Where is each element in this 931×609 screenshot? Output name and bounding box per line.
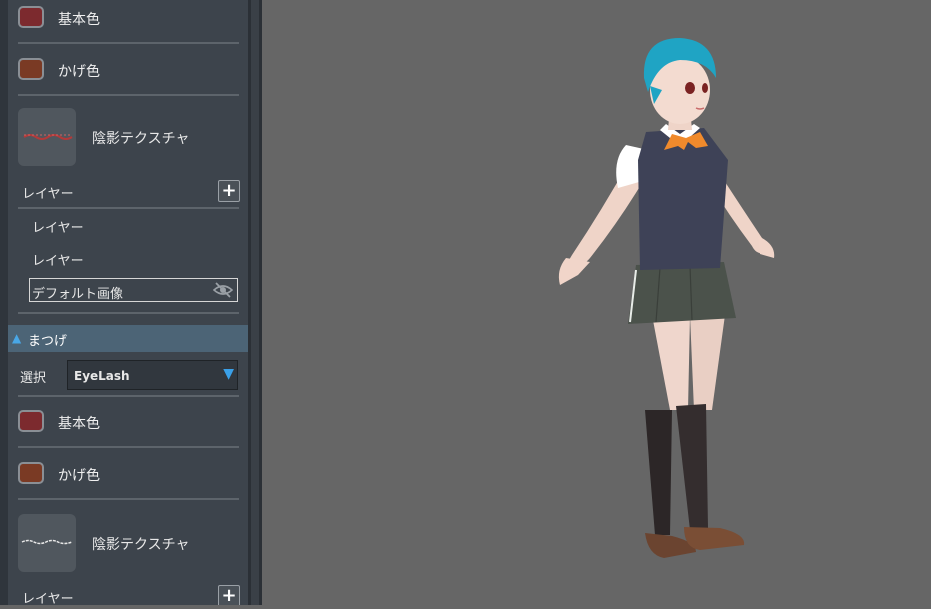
select-value: EyeLash xyxy=(74,369,130,383)
layer-header-label: レイヤー xyxy=(22,187,74,202)
shade-color-row[interactable]: かげ色 xyxy=(18,58,240,86)
material-select-row: 選択 EyeLash ▼ xyxy=(20,360,240,390)
eyelash-section-title: まつげ xyxy=(28,334,68,349)
divider xyxy=(18,395,239,397)
eyelash-base-color-row[interactable]: 基本色 xyxy=(18,410,240,438)
shade-texture-thumbnail[interactable] xyxy=(18,514,76,572)
base-color-swatch[interactable] xyxy=(18,410,44,432)
add-layer-button[interactable]: + xyxy=(218,585,240,605)
material-select-dropdown[interactable]: EyeLash ▼ xyxy=(67,360,238,390)
3d-viewport[interactable] xyxy=(262,0,931,605)
select-label: 選択 xyxy=(20,371,47,386)
left-edge-strip xyxy=(0,0,8,605)
divider xyxy=(18,498,239,500)
layer-header-label: レイヤー xyxy=(22,592,74,605)
base-color-label: 基本色 xyxy=(58,416,100,432)
eyelash-shade-texture-row[interactable]: 陰影テクスチャ xyxy=(18,514,240,572)
shade-color-label: かげ色 xyxy=(58,468,100,484)
shade-texture-label: 陰影テクスチャ xyxy=(92,131,190,147)
eyelash-section-header[interactable]: ▲ まつげ xyxy=(8,325,248,352)
layer-item[interactable]: レイヤー xyxy=(32,250,84,269)
triangle-up-icon: ▲ xyxy=(12,331,22,345)
panel-scrollbar[interactable] xyxy=(248,0,262,605)
material-settings-panel: 基本色 かげ色 陰影テクスチャ レイヤー + レイヤー レイヤー デフォルト画像 xyxy=(8,0,248,605)
texture-preview-image xyxy=(23,134,73,140)
base-color-row[interactable]: 基本色 xyxy=(18,6,240,34)
eyelash-shade-color-row[interactable]: かげ色 xyxy=(18,462,240,490)
scrollbar-thumb[interactable] xyxy=(251,0,259,605)
shade-texture-row[interactable]: 陰影テクスチャ xyxy=(18,108,240,166)
character-model[interactable] xyxy=(262,0,931,605)
plus-icon: + xyxy=(221,180,237,201)
eye-hidden-icon[interactable] xyxy=(213,282,233,298)
dropdown-arrow-icon: ▼ xyxy=(223,366,234,382)
shade-color-label: かげ色 xyxy=(58,64,100,80)
add-layer-button[interactable]: + xyxy=(218,180,240,202)
shade-texture-thumbnail[interactable] xyxy=(18,108,76,166)
base-color-label: 基本色 xyxy=(58,12,100,28)
divider xyxy=(18,446,239,448)
texture-preview-image xyxy=(21,539,73,545)
divider xyxy=(18,42,239,44)
layer-header: レイヤー + xyxy=(22,180,240,204)
default-image-label: デフォルト画像 xyxy=(32,287,124,302)
layer-item[interactable]: レイヤー xyxy=(32,217,84,236)
divider xyxy=(18,207,239,209)
base-color-swatch[interactable] xyxy=(18,6,44,28)
divider xyxy=(18,312,239,314)
divider xyxy=(18,94,239,96)
default-image-layer[interactable]: デフォルト画像 xyxy=(29,278,238,302)
shade-texture-label: 陰影テクスチャ xyxy=(92,537,190,553)
plus-icon: + xyxy=(221,585,237,605)
eyelash-layer-header: レイヤー + xyxy=(22,585,240,605)
shade-color-swatch[interactable] xyxy=(18,462,44,484)
shade-color-swatch[interactable] xyxy=(18,58,44,80)
